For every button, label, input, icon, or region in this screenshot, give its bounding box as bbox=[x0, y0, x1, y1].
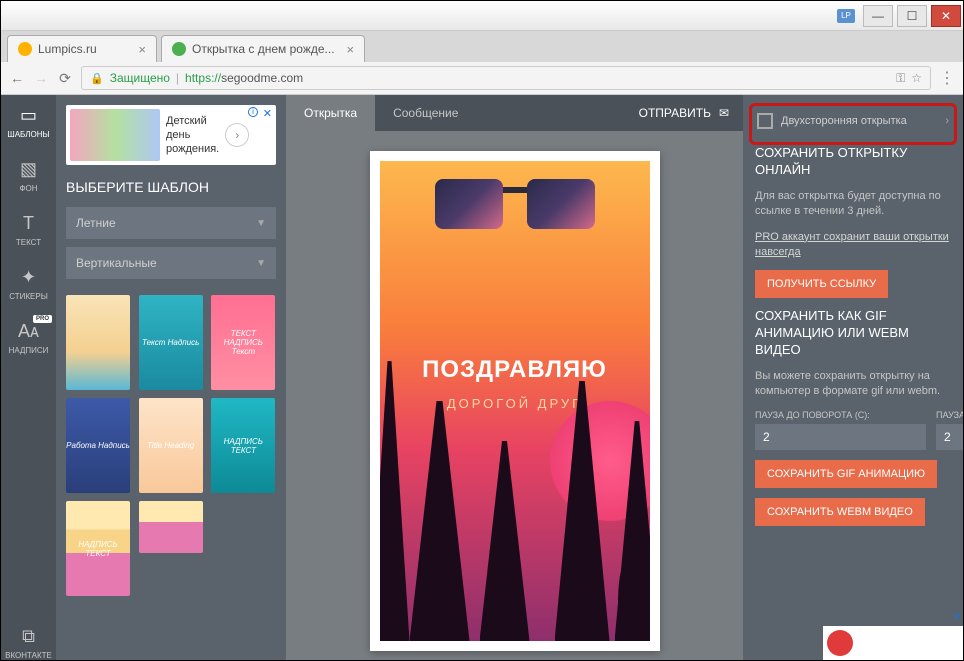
window-close[interactable]: ✕ bbox=[931, 5, 961, 27]
save-gif-heading: СОХРАНИТЬ КАК GIF АНИМАЦИЮ ИЛИ WEBM ВИДЕ… bbox=[755, 308, 951, 359]
small-ad[interactable]: ✕ bbox=[823, 626, 963, 660]
template-grid: Текст Надпись ТЕКСТ НАДПИСЬ Текст Работа… bbox=[66, 295, 276, 596]
send-icon: ✉ bbox=[719, 106, 729, 120]
chevron-right-icon[interactable]: › bbox=[945, 115, 949, 127]
pause-after-input[interactable] bbox=[936, 424, 963, 450]
card-subtitle: ДОРОГОЙ ДРУГ bbox=[380, 396, 650, 411]
favicon-icon bbox=[172, 42, 186, 56]
orientation-dropdown[interactable]: Вертикальные▼ bbox=[66, 247, 276, 279]
background-icon: ▧ bbox=[20, 159, 37, 180]
rail-templates[interactable]: ▭ШАБЛОНЫ bbox=[1, 105, 56, 139]
vk-icon: ⧉ bbox=[22, 626, 35, 647]
secure-label: Защищено bbox=[110, 71, 170, 85]
canvas-area: ПОЗДРАВЛЯЮ ДОРОГОЙ ДРУГ bbox=[286, 131, 743, 660]
stickers-icon: ✦ bbox=[21, 267, 36, 288]
bookmark-star-icon[interactable]: ☆ bbox=[911, 71, 922, 85]
ad-close-icon[interactable]: ✕ bbox=[263, 107, 272, 120]
window-minimize[interactable]: — bbox=[863, 5, 893, 27]
ad-text: Детскийденьрождения. bbox=[166, 114, 219, 157]
rail-text[interactable]: TТЕКСТ bbox=[1, 213, 56, 247]
browser-tabstrip: Lumpics.ru × Открытка с днем рожде... × bbox=[1, 31, 963, 62]
rail-vk[interactable]: ⧉ВКОНТАКТЕ bbox=[1, 626, 56, 660]
app-root: ▭ШАБЛОНЫ ▧ФОН TТЕКСТ ✦СТИКЕРЫ PROAᴀНАДПИ… bbox=[1, 95, 963, 660]
pause-before-label: ПАУЗА ДО ПОВОРОТА (С): bbox=[755, 410, 926, 420]
template-thumb[interactable]: НАДПИСЬ ТЕКСТ bbox=[66, 501, 130, 596]
ad-logo-icon bbox=[827, 630, 853, 656]
rail-background[interactable]: ▧ФОН bbox=[1, 159, 56, 193]
doublesided-label: Двухсторонняя открытка bbox=[781, 115, 907, 127]
browser-tab[interactable]: Открытка с днем рожде... × bbox=[161, 35, 365, 62]
template-thumb[interactable]: Текст Надпись bbox=[139, 295, 203, 390]
browser-tab[interactable]: Lumpics.ru × bbox=[7, 35, 157, 62]
pro-link[interactable]: PRO аккаунт сохранит ваши открытки навсе… bbox=[755, 230, 951, 261]
rail-inscriptions[interactable]: PROAᴀНАДПИСИ bbox=[1, 321, 56, 355]
url-input[interactable]: 🔒 Защищено | https://segoodme.com ⚿ ☆ bbox=[81, 66, 931, 90]
left-rail: ▭ШАБЛОНЫ ▧ФОН TТЕКСТ ✦СТИКЕРЫ PROAᴀНАДПИ… bbox=[1, 95, 56, 660]
checkbox[interactable] bbox=[757, 113, 773, 129]
send-button[interactable]: ОТПРАВИТЬ✉ bbox=[625, 95, 743, 131]
tab-message[interactable]: Сообщение bbox=[375, 95, 476, 131]
save-gif-button[interactable]: СОХРАНИТЬ GIF АНИМАЦИЮ bbox=[755, 460, 937, 488]
profile-badge[interactable]: LP bbox=[837, 9, 855, 23]
chevron-down-icon: ▼ bbox=[256, 258, 266, 269]
card-title: ПОЗДРАВЛЯЮ bbox=[380, 356, 650, 384]
templates-icon: ▭ bbox=[20, 105, 37, 126]
sunglasses-graphic bbox=[435, 179, 595, 234]
save-online-text: Для вас открытка будет доступна по ссылк… bbox=[755, 189, 951, 220]
ad-info-icon[interactable]: i bbox=[248, 107, 258, 117]
tab-title: Открытка с днем рожде... bbox=[192, 42, 335, 56]
browser-menu-icon[interactable]: ⋮ bbox=[939, 68, 955, 88]
lock-icon: 🔒 bbox=[90, 72, 104, 85]
nav-forward-icon[interactable]: → bbox=[33, 70, 49, 86]
chevron-down-icon: ▼ bbox=[256, 218, 266, 229]
save-webm-button[interactable]: СОХРАНИТЬ WEBM ВИДЕО bbox=[755, 498, 925, 526]
sidebar: Детскийденьрождения. › i ✕ ВЫБЕРИТЕ ШАБЛ… bbox=[56, 95, 286, 660]
ad-banner[interactable]: Детскийденьрождения. › i ✕ bbox=[66, 105, 276, 165]
pause-before-input[interactable] bbox=[755, 424, 926, 450]
window-titlebar: LP — ☐ ✕ bbox=[1, 1, 963, 31]
doublesided-row[interactable]: Двухсторонняя открытка › bbox=[755, 107, 951, 135]
inscriptions-icon: Aᴀ bbox=[18, 321, 39, 342]
postcard[interactable]: ПОЗДРАВЛЯЮ ДОРОГОЙ ДРУГ bbox=[370, 151, 660, 651]
key-icon[interactable]: ⚿ bbox=[896, 71, 905, 86]
tab-close-icon[interactable]: × bbox=[347, 42, 355, 57]
text-icon: T bbox=[23, 213, 34, 234]
save-gif-text: Вы можете сохранить открытку на компьюте… bbox=[755, 369, 951, 400]
pause-inputs: ПАУЗА ДО ПОВОРОТА (С): ПАУЗА ПОСЛЕ (С): bbox=[755, 410, 951, 450]
ad-close-icon[interactable]: ✕ bbox=[953, 612, 961, 623]
ad-next-icon[interactable]: › bbox=[225, 123, 249, 147]
get-link-button[interactable]: ПОЛУЧИТЬ ССЫЛКУ bbox=[755, 270, 888, 298]
center-panel: Открытка Сообщение ОТПРАВИТЬ✉ ПОЗДРАВЛЯЮ… bbox=[286, 95, 743, 660]
template-thumb[interactable]: ТЕКСТ НАДПИСЬ Текст bbox=[211, 295, 275, 390]
template-thumb[interactable]: Работа Надпись bbox=[66, 398, 130, 493]
window-maximize[interactable]: ☐ bbox=[897, 5, 927, 27]
pause-after-label: ПАУЗА ПОСЛЕ (С): bbox=[936, 410, 963, 420]
tab-title: Lumpics.ru bbox=[38, 42, 97, 56]
ad-image bbox=[70, 109, 160, 161]
tab-close-icon[interactable]: × bbox=[138, 42, 146, 57]
center-tabs: Открытка Сообщение ОТПРАВИТЬ✉ bbox=[286, 95, 743, 131]
tab-card[interactable]: Открытка bbox=[286, 95, 375, 131]
template-thumb[interactable]: НАДПИСЬ ТЕКСТ bbox=[211, 398, 275, 493]
postcard-artwork: ПОЗДРАВЛЯЮ ДОРОГОЙ ДРУГ bbox=[380, 161, 650, 641]
right-panel: Двухсторонняя открытка › СОХРАНИТЬ ОТКРЫ… bbox=[743, 95, 963, 660]
pro-badge: PRO bbox=[33, 315, 52, 323]
rail-stickers[interactable]: ✦СТИКЕРЫ bbox=[1, 267, 56, 301]
template-thumb[interactable] bbox=[139, 501, 203, 553]
nav-back-icon[interactable]: ← bbox=[9, 70, 25, 86]
template-thumb[interactable] bbox=[66, 295, 130, 390]
favicon-icon bbox=[18, 42, 32, 56]
address-bar: ← → ⟳ 🔒 Защищено | https://segoodme.com … bbox=[1, 62, 963, 95]
sidebar-heading: ВЫБЕРИТЕ ШАБЛОН bbox=[66, 179, 276, 195]
category-dropdown[interactable]: Летние▼ bbox=[66, 207, 276, 239]
nav-reload-icon[interactable]: ⟳ bbox=[57, 70, 73, 87]
template-thumb[interactable]: Title Heading bbox=[139, 398, 203, 493]
save-online-heading: СОХРАНИТЬ ОТКРЫТКУ ОНЛАЙН bbox=[755, 145, 951, 179]
